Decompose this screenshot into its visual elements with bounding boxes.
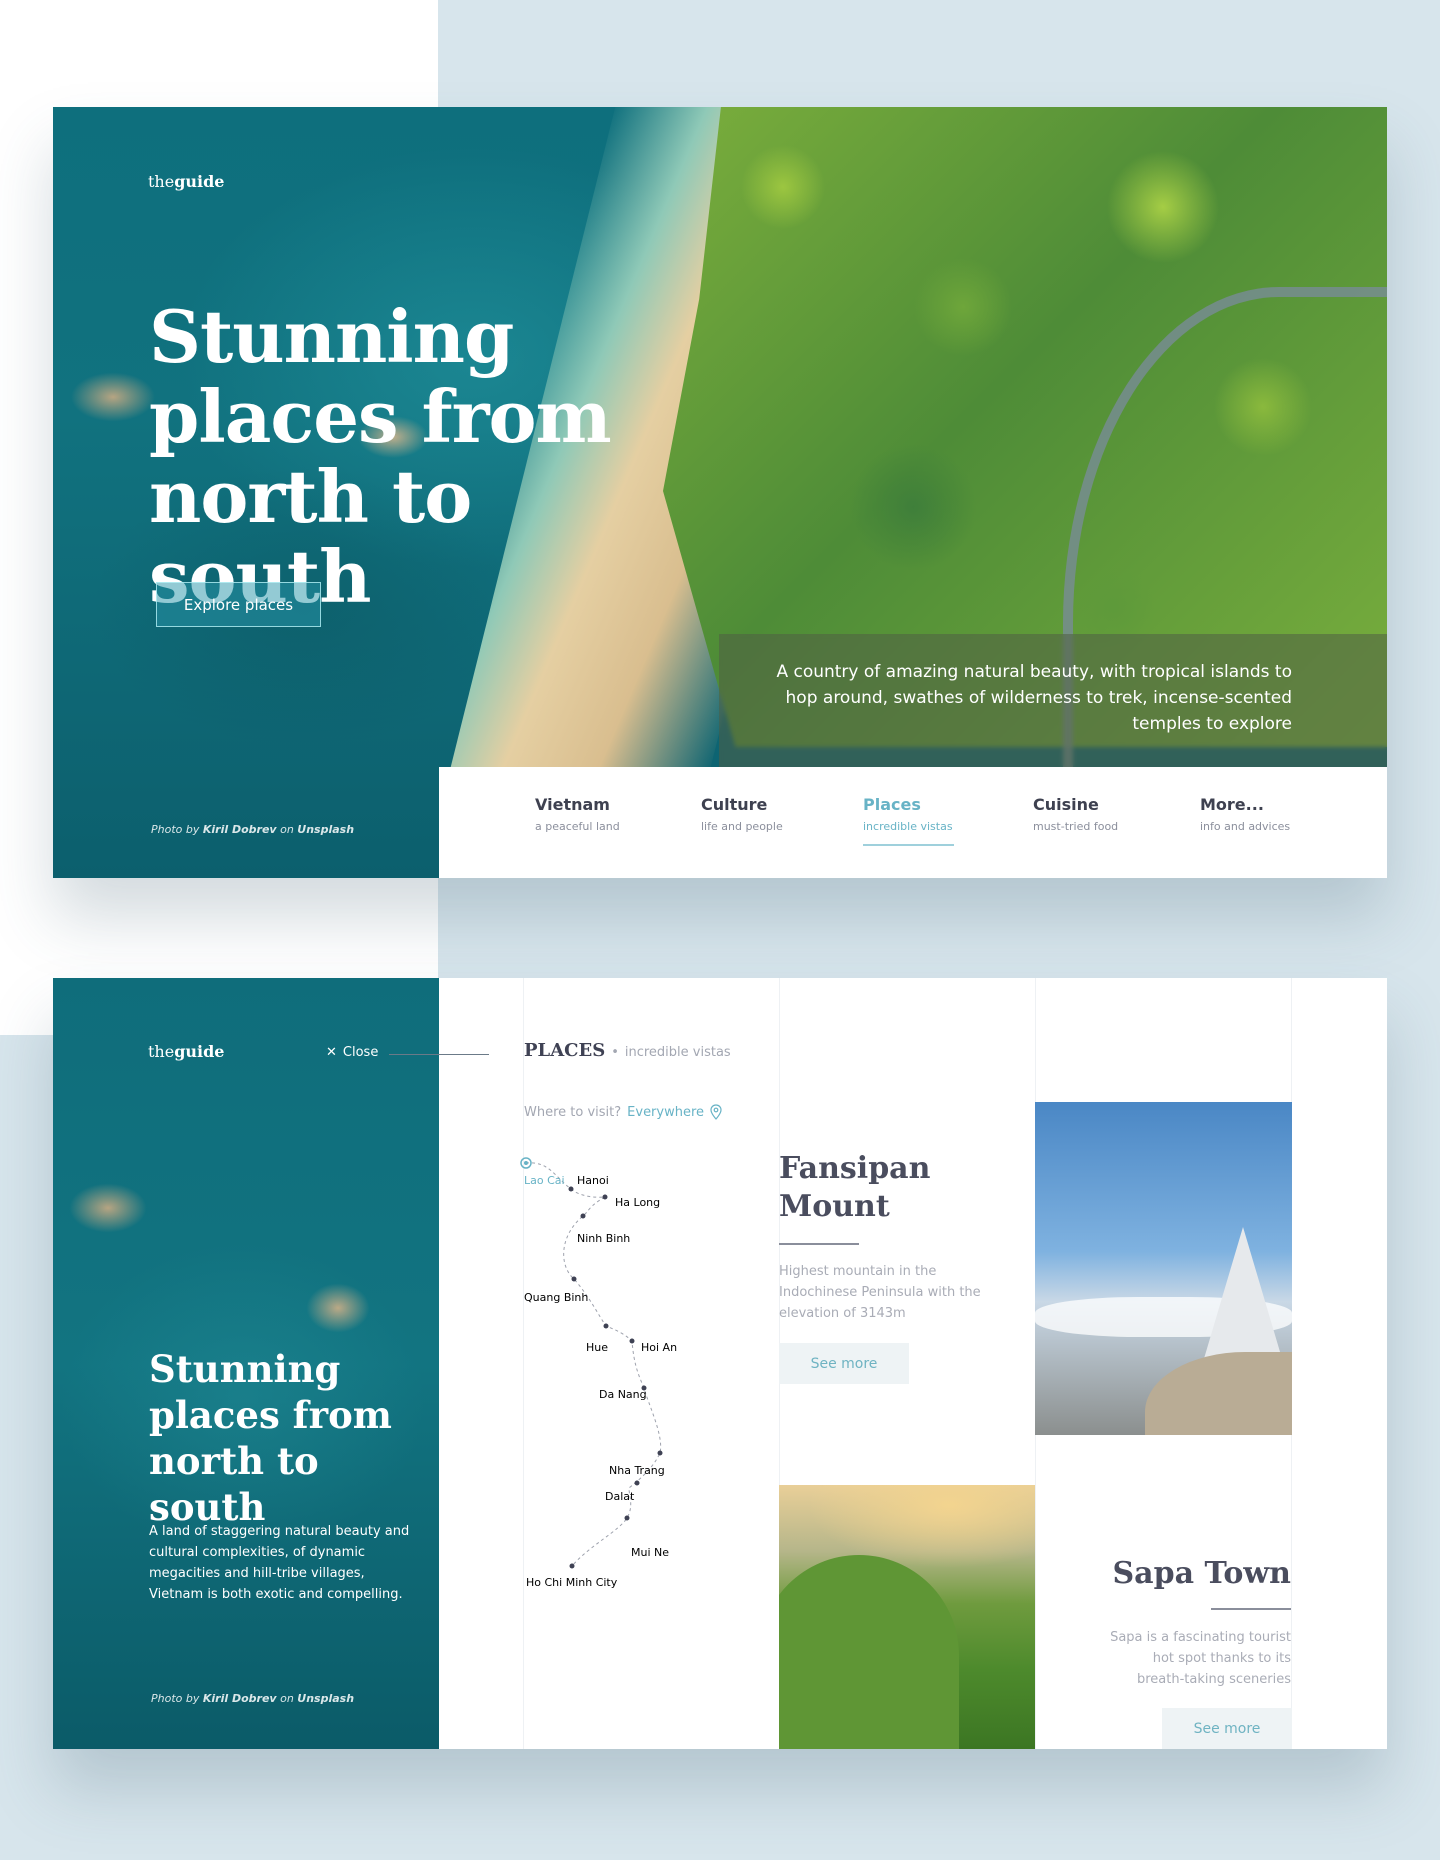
title-divider <box>779 1243 859 1245</box>
photo-credit: Photo by Kiril Dobrev on Unsplash <box>151 823 354 836</box>
nav-item-places[interactable]: Places incredible vistas <box>863 795 953 833</box>
nav-item-subtitle: a peaceful land <box>535 820 620 833</box>
city-label-lao-cai[interactable]: Lao Cai <box>524 1174 565 1187</box>
nav-item-cuisine[interactable]: Cuisine must-tried food <box>1033 795 1118 833</box>
city-label-ninh-binh[interactable]: Ninh Binh <box>577 1232 630 1245</box>
places-card: theguide ✕ Close Stunning places from no… <box>53 978 1387 1749</box>
city-label-hanoi[interactable]: Hanoi <box>577 1174 609 1187</box>
nav-item-title: More... <box>1200 795 1264 814</box>
places-heading-title: PLACES <box>524 1040 606 1061</box>
nav-item-culture[interactable]: Culture life and people <box>701 795 783 833</box>
credit-on: on <box>280 823 294 836</box>
city-label-hue[interactable]: Hue <box>586 1341 608 1354</box>
photo-sapa[interactable] <box>779 1485 1035 1749</box>
places-heading-subtitle: incredible vistas <box>624 1045 731 1060</box>
places-side-description: A land of staggering natural beauty and … <box>149 1524 410 1602</box>
city-label-quang-binh[interactable]: Quang Binh <box>524 1291 588 1304</box>
close-label: Close <box>342 1045 379 1060</box>
city-label-hoi-an[interactable]: Hoi An <box>641 1341 677 1354</box>
place-title-line: Fansipan <box>779 1151 931 1186</box>
city-label-nha-trang[interactable]: Nha Trang <box>609 1464 665 1477</box>
credit-site-link[interactable]: Unsplash <box>297 1692 354 1705</box>
city-marker-mui-ne[interactable] <box>624 1515 630 1521</box>
nav-item-subtitle: life and people <box>701 820 783 833</box>
logo-name: guide <box>174 172 225 191</box>
nav-item-more[interactable]: More... info and advices <box>1200 795 1290 833</box>
photo-rock <box>1145 1352 1292 1435</box>
route-path <box>525 1162 662 1567</box>
logo[interactable]: theguide <box>148 1042 224 1061</box>
city-marker-quang-binh[interactable] <box>571 1276 577 1282</box>
credit-site-link[interactable]: Unsplash <box>297 823 354 836</box>
location-pin-icon[interactable] <box>710 1104 722 1120</box>
city-marker-hanoi[interactable] <box>568 1186 574 1192</box>
credit-on: on <box>280 1692 294 1705</box>
city-label-dalat[interactable]: Dalat <box>605 1490 635 1503</box>
city-marker-lao-cai-dot <box>524 1161 528 1165</box>
logo-prefix: the <box>148 172 175 191</box>
main-nav: Vietnam a peaceful land Culture life and… <box>439 767 1387 878</box>
city-marker-dalat[interactable] <box>634 1480 640 1486</box>
city-label-ha-long[interactable]: Ha Long <box>615 1196 660 1209</box>
nav-item-subtitle: incredible vistas <box>863 820 953 833</box>
places-heading-bullet: • <box>611 1045 619 1060</box>
places-side-title: Stunning places from north to south <box>149 1347 392 1529</box>
nav-item-title: Places <box>863 795 921 814</box>
route-map: Lao Cai Hanoi Ha Long Ninh Binh Quang Bi… <box>520 1157 677 1589</box>
nav-item-title: Cuisine <box>1033 795 1099 814</box>
city-marker-ha-long[interactable] <box>602 1194 608 1200</box>
city-label-mui-ne[interactable]: Mui Ne <box>631 1546 669 1559</box>
logo[interactable]: theguide <box>148 172 224 191</box>
credit-prefix: Photo by <box>151 823 200 836</box>
place-description-sapa: Sapa is a fascinating tourist hot spot t… <box>1110 1630 1291 1687</box>
nav-item-subtitle: must-tried food <box>1033 820 1119 833</box>
photo-credit: Photo by Kiril Dobrev on Unsplash <box>151 1692 354 1705</box>
places-heading: PLACES • incredible vistas <box>524 1040 731 1061</box>
city-marker-ninh-binh[interactable] <box>580 1213 586 1219</box>
hero-card: theguide Stunning places from north to s… <box>53 107 1387 878</box>
city-marker-hue[interactable] <box>603 1323 609 1329</box>
explore-places-button[interactable]: Explore places <box>156 582 321 627</box>
logo-prefix: the <box>148 1042 175 1061</box>
photo-fansipan[interactable] <box>1035 1102 1292 1435</box>
see-more-button-fansipan[interactable]: See more <box>779 1343 909 1384</box>
hero-quote: A country of amazing natural beauty, wit… <box>719 634 1387 767</box>
close-icon: ✕ <box>326 1045 337 1060</box>
hero-quote-text: A country of amazing natural beauty, wit… <box>776 662 1292 734</box>
credit-prefix: Photo by <box>151 1692 200 1705</box>
where-to-visit: Where to visit? Everywhere <box>524 1104 722 1120</box>
credit-author-link[interactable]: Kiril Dobrev <box>203 1692 277 1705</box>
logo-name: guide <box>174 1042 225 1061</box>
city-label-ho-chi-minh-city[interactable]: Ho Chi Minh City <box>526 1576 618 1589</box>
close-button[interactable]: ✕ Close <box>326 1045 378 1060</box>
photo-rice-terrace <box>779 1555 959 1749</box>
place-description-fansipan: Highest mountain in the Indochinese Peni… <box>779 1264 981 1321</box>
photo-peak-monument <box>1203 1227 1283 1362</box>
city-label-da-nang[interactable]: Da Nang <box>599 1388 647 1401</box>
see-more-button-sapa[interactable]: See more <box>1162 1708 1292 1749</box>
city-marker-nha-trang[interactable] <box>657 1450 663 1456</box>
nav-item-title: Culture <box>701 795 768 814</box>
place-title-fansipan: Fansipan Mount <box>779 1150 930 1226</box>
nav-item-vietnam[interactable]: Vietnam a peaceful land <box>535 795 620 833</box>
where-label: Where to visit? <box>524 1104 622 1120</box>
city-marker-hoi-an[interactable] <box>629 1338 635 1344</box>
nav-active-indicator <box>863 844 954 846</box>
place-title-line: Mount <box>779 1189 890 1224</box>
city-marker-ho-chi-minh-city[interactable] <box>569 1563 575 1569</box>
place-title-sapa: Sapa Town <box>1112 1556 1292 1591</box>
nav-item-title: Vietnam <box>535 795 610 814</box>
credit-author-link[interactable]: Kiril Dobrev <box>203 823 277 836</box>
close-connector-line <box>389 1054 489 1055</box>
title-divider <box>1211 1608 1291 1610</box>
hero-title: Stunning places from north to south <box>149 294 612 619</box>
nav-item-subtitle: info and advices <box>1200 820 1291 833</box>
where-select[interactable]: Everywhere <box>627 1105 704 1120</box>
